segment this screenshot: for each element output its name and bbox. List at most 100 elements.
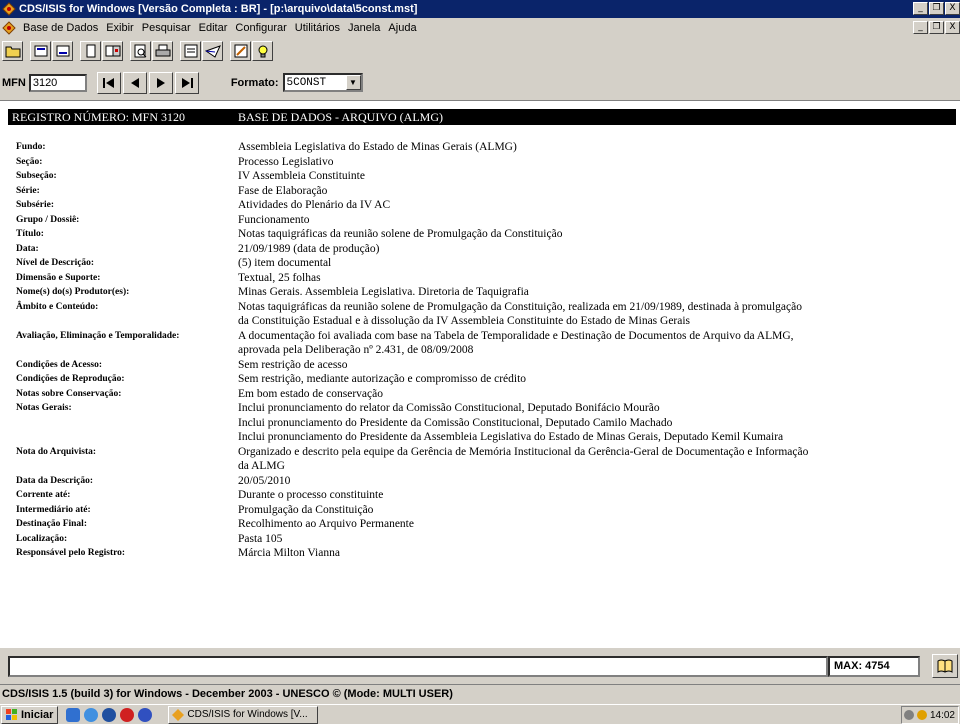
- record-field-row: Nível de Descrição: (5) item documental: [16, 256, 956, 271]
- send-button[interactable]: [202, 41, 223, 61]
- menu-pesquisar[interactable]: Pesquisar: [138, 22, 195, 34]
- record-field-row: Notas Gerais: Inclui pronunciamento do re…: [16, 401, 956, 416]
- tray-status-icon[interactable]: [916, 710, 927, 720]
- browser-icon[interactable]: [138, 707, 153, 722]
- field-value: IV Assembleia Constituinte: [238, 170, 365, 182]
- record-field-row: da ALMG: [16, 459, 956, 474]
- magnifier-page-icon: [134, 44, 146, 58]
- internet-explorer-icon[interactable]: [66, 707, 81, 722]
- field-label: Nota do Arquivista:: [16, 446, 97, 457]
- field-label: Intermediário até:: [16, 504, 91, 515]
- field-value: Processo Legislativo: [238, 155, 334, 168]
- opera-icon[interactable]: [120, 707, 135, 722]
- mfn-input[interactable]: 3120: [28, 73, 87, 92]
- field-label: Condições de Reprodução:: [16, 374, 125, 384]
- last-record-icon: [181, 77, 193, 88]
- field-label: Data da Descrição:: [16, 475, 94, 486]
- doc-restore-button[interactable]: ❐: [929, 21, 944, 34]
- doc-close-button[interactable]: X: [945, 21, 960, 34]
- search-guided-button[interactable]: [52, 41, 73, 61]
- field-label-spacer: [16, 459, 238, 474]
- start-button[interactable]: Iniciar: [1, 705, 59, 724]
- chevron-down-icon[interactable]: ▼: [345, 75, 361, 90]
- menu-base-de-dados[interactable]: Base de Dados: [19, 22, 102, 34]
- field-label: Data:: [16, 243, 39, 254]
- tray-app-icon[interactable]: [903, 710, 914, 720]
- cds-isis-app-icon: [2, 2, 16, 16]
- document-icon[interactable]: [2, 20, 16, 35]
- next-record-button[interactable]: [148, 71, 173, 94]
- printer-icon: [155, 44, 170, 57]
- open-database-button[interactable]: [2, 41, 23, 61]
- record-navigation-bar: MFN 3120 Formato: 5CONST ▼: [0, 65, 960, 101]
- edit-pencil-button[interactable]: [230, 41, 251, 61]
- print-button[interactable]: [152, 41, 173, 61]
- database-guided-icon: [56, 45, 69, 57]
- field-value: aprovada pela Deliberação nº 2.431, de 0…: [238, 344, 474, 356]
- page-icon: [86, 44, 95, 58]
- print-preview-button[interactable]: [130, 41, 151, 61]
- field-label: Corrente até:: [16, 490, 71, 500]
- record-field-row: Âmbito e Conteúdo: Notas taquigráficas da…: [16, 300, 956, 315]
- record-field-row: Série: Fase de Elaboração: [16, 184, 956, 199]
- database-search-icon: [34, 45, 47, 57]
- record-field-row: Título: Notas taquigráficas da reunião so…: [16, 227, 956, 242]
- menu-utilitarios[interactable]: Utilitários: [291, 22, 344, 34]
- search-expert-button[interactable]: [30, 41, 51, 61]
- mfn-label: MFN: [2, 76, 26, 89]
- field-label: Fundo:: [16, 142, 46, 152]
- previous-record-button[interactable]: [122, 71, 147, 94]
- last-record-button[interactable]: [174, 71, 199, 94]
- menu-janela[interactable]: Janela: [344, 22, 384, 34]
- first-record-button[interactable]: [96, 71, 121, 94]
- edit-record-icon: [105, 45, 120, 57]
- formato-select[interactable]: 5CONST ▼: [282, 73, 363, 92]
- minimize-button[interactable]: _: [913, 2, 928, 15]
- record-field-row: Inclui pronunciamento do Presidente da A…: [16, 430, 956, 445]
- next-record-icon: [156, 77, 165, 88]
- media-player-icon[interactable]: [102, 707, 117, 722]
- menu-editar[interactable]: Editar: [195, 22, 232, 34]
- field-value: Notas taquigráficas da reunião solene de…: [238, 300, 802, 313]
- format-button[interactable]: [180, 41, 201, 61]
- menu-configurar[interactable]: Configurar: [231, 22, 290, 34]
- help-tip-button[interactable]: [252, 41, 273, 61]
- field-value: da ALMG: [238, 460, 285, 472]
- doc-minimize-button[interactable]: _: [913, 21, 928, 34]
- field-value: A documentação foi avaliada com base na …: [238, 329, 794, 342]
- taskbar-item-cds-isis[interactable]: CDS/ISIS for Windows [V...: [168, 705, 319, 724]
- field-label-spacer: [16, 430, 238, 445]
- field-label: Avaliação, Eliminação e Temporalidade:: [16, 330, 180, 341]
- field-label: Série:: [16, 185, 40, 196]
- message-box: [8, 656, 828, 677]
- field-label: Localização:: [16, 533, 68, 544]
- record-field-row: Destinação Final: Recolhimento ao Arquivo…: [16, 517, 956, 532]
- record-field-row: Nome(s) do(s) Produtor(es): Minas Gerais.…: [16, 285, 956, 300]
- field-label: Seção:: [16, 156, 43, 167]
- menu-ajuda[interactable]: Ajuda: [384, 22, 420, 34]
- field-value: Atividades do Plenário da IV AC: [238, 199, 391, 211]
- dictionary-button[interactable]: [932, 654, 958, 678]
- windows-taskbar: Iniciar CDS/ISIS for Windows [V... 14:02: [0, 704, 960, 724]
- folder-icon: [5, 46, 20, 58]
- browse-button[interactable]: [80, 41, 101, 61]
- field-value: Sem restrição de acesso: [238, 358, 348, 371]
- field-value: Sem restrição, mediante autorização e co…: [238, 373, 527, 385]
- menu-exibir[interactable]: Exibir: [102, 22, 138, 34]
- restore-button[interactable]: ❐: [929, 2, 944, 15]
- task-label: CDS/ISIS for Windows [V...: [187, 709, 308, 720]
- close-button[interactable]: X: [945, 2, 960, 15]
- record-field-row: da Constituição Estadual e à dissolução …: [16, 314, 956, 329]
- clock[interactable]: 14:02: [930, 710, 955, 721]
- record-field-row: Condições de Reprodução: Sem restrição, m…: [16, 372, 956, 387]
- record-field-row: Seção: Processo Legislativo: [16, 155, 956, 170]
- field-value: Funcionamento: [238, 213, 310, 226]
- pencil-icon: [234, 44, 247, 58]
- cds-isis-task-icon: [172, 708, 185, 721]
- field-label: Notas Gerais:: [16, 403, 72, 413]
- field-value: Promulgação da Constituição: [238, 503, 374, 516]
- first-record-icon: [102, 77, 114, 88]
- outlook-icon[interactable]: [84, 707, 99, 722]
- edit-record-button[interactable]: [102, 41, 123, 61]
- window-title-bar[interactable]: CDS/ISIS for Windows [Versão Completa : …: [0, 0, 960, 18]
